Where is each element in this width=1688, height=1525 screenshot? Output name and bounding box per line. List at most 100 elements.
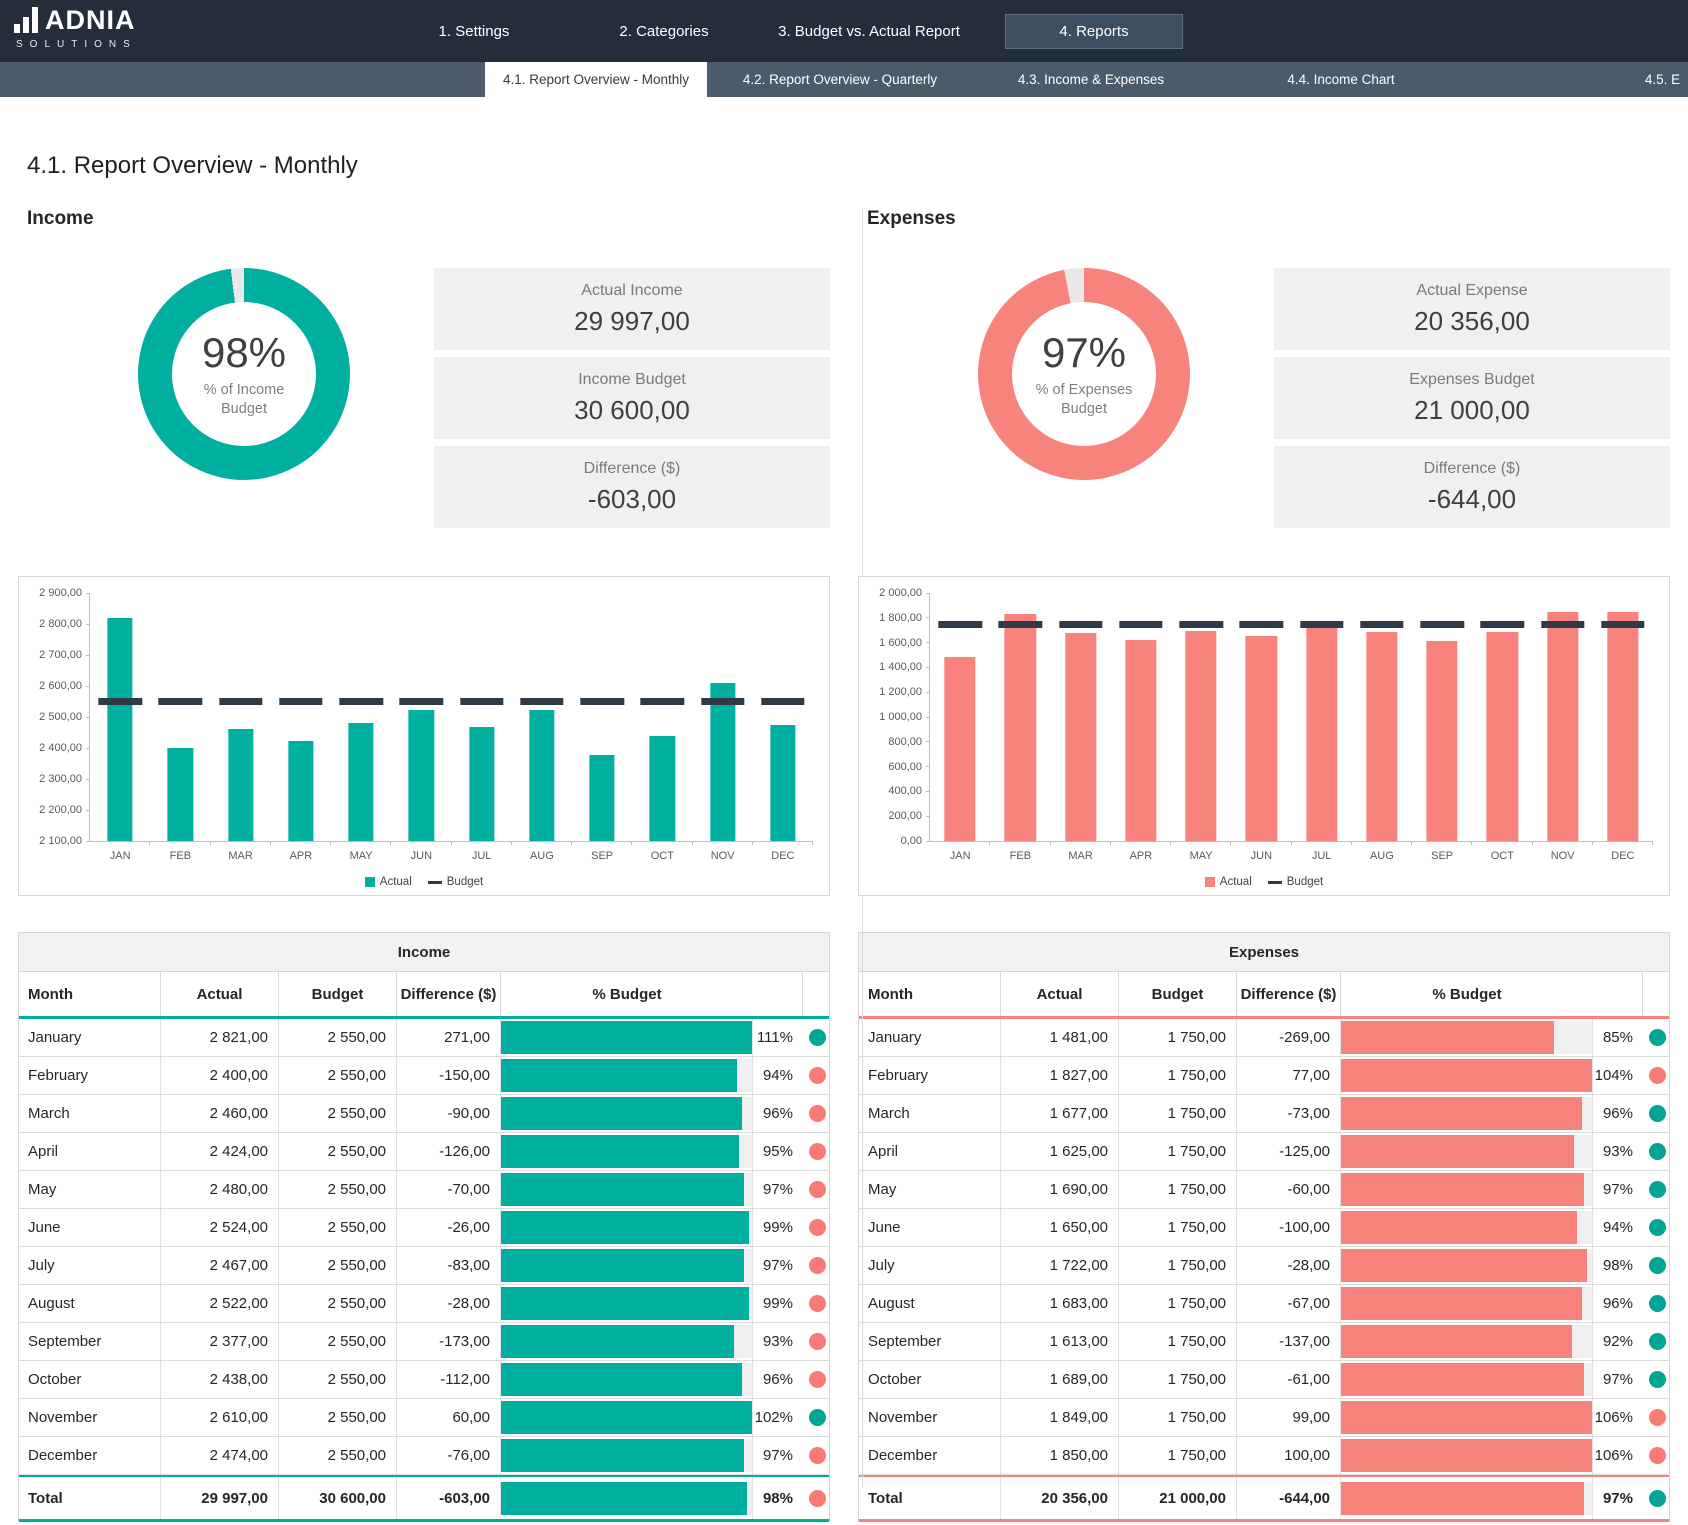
budget-dash — [1420, 621, 1463, 628]
table-header-row: Month Actual Budget Difference ($) % Bud… — [859, 972, 1669, 1019]
pct-budget-bar-cell — [501, 1019, 753, 1056]
nav-item-2[interactable]: 2. Categories — [589, 0, 739, 62]
pct-budget-bar-cell — [1341, 1323, 1593, 1360]
x-axis-tick — [210, 841, 211, 845]
x-axis-category-label: APR — [1111, 850, 1171, 862]
bar-chart-logo-icon — [14, 7, 38, 33]
donut-center: 97% % of Expenses Budget — [1012, 302, 1156, 446]
pct-bar-track — [1341, 1135, 1592, 1168]
chart-slot-mar: MAR — [1051, 593, 1111, 841]
month-cell: December — [859, 1437, 1001, 1474]
pct-bar-fill — [1341, 1439, 1592, 1472]
chart-slot-sep: SEP — [572, 593, 632, 841]
budget-cell: 2 550,00 — [279, 1171, 397, 1208]
status-dot-cell — [803, 1057, 831, 1094]
difference-cell: -90,00 — [397, 1095, 501, 1132]
status-dot-icon — [809, 1105, 826, 1122]
budget-dash — [520, 698, 563, 705]
actual-cell: 2 460,00 — [161, 1095, 279, 1132]
chart-slot-jul: JUL — [1292, 593, 1352, 841]
table-row-august: August1 683,001 750,00-67,0096% — [859, 1285, 1669, 1323]
pct-bar-fill — [1341, 1249, 1587, 1282]
pct-value-cell: 95% — [753, 1133, 803, 1170]
table-row-december: December1 850,001 750,00100,00106% — [859, 1437, 1669, 1475]
difference-cell: -269,00 — [1237, 1019, 1341, 1056]
budget-dash — [1601, 621, 1644, 628]
y-axis-tick-label: 1 000,00 — [879, 711, 922, 723]
actual-cell: 1 689,00 — [1001, 1361, 1119, 1398]
pct-bar-fill — [501, 1059, 737, 1092]
table-title: Expenses — [859, 932, 1669, 972]
subnav-tab-5[interactable]: 4.5. E — [1637, 62, 1688, 97]
pct-bar-fill — [1341, 1211, 1577, 1244]
difference-cell: -28,00 — [397, 1285, 501, 1322]
budget-cell: 2 550,00 — [279, 1057, 397, 1094]
pct-value-cell: 106% — [1593, 1437, 1643, 1474]
budget-cell: 2 550,00 — [279, 1399, 397, 1436]
nav-item-3[interactable]: 3. Budget vs. Actual Report — [769, 0, 969, 62]
pct-budget-bar-cell — [1341, 1019, 1593, 1056]
budget-dash — [1360, 621, 1403, 628]
pct-value-cell: 97% — [753, 1437, 803, 1474]
month-cell: August — [19, 1285, 161, 1322]
status-dot-icon — [809, 1257, 826, 1274]
subnav-tab-1[interactable]: 4.1. Report Overview - Monthly — [485, 62, 707, 97]
subnav-tab-2[interactable]: 4.2. Report Overview - Quarterly — [733, 62, 947, 97]
table-row-october: October2 438,002 550,00-112,0096% — [19, 1361, 829, 1399]
status-dot-cell — [1643, 1323, 1671, 1360]
brand-name: ADNIA — [45, 7, 136, 33]
x-axis-category-label: OCT — [632, 850, 692, 862]
status-dot-icon — [1649, 1257, 1666, 1274]
status-dot-icon — [809, 1181, 826, 1198]
legend-budget-dash-icon — [1268, 881, 1282, 884]
difference-cell: -83,00 — [397, 1247, 501, 1284]
actual-cell: 1 849,00 — [1001, 1399, 1119, 1436]
status-dot-icon — [1649, 1105, 1666, 1122]
status-dot-cell — [1643, 1019, 1671, 1056]
chart-slot-feb: FEB — [150, 593, 210, 841]
status-dot-icon — [809, 1295, 826, 1312]
stat-label: Difference ($) — [584, 460, 681, 478]
pct-bar-track — [501, 1249, 752, 1282]
difference-cell: -60,00 — [1237, 1171, 1341, 1208]
chart-slot-sep: SEP — [1412, 593, 1472, 841]
chart-slot-aug: AUG — [1352, 593, 1412, 841]
status-dot-cell — [803, 1361, 831, 1398]
actual-bar — [1185, 631, 1216, 841]
y-axis-tick-label: 2 800,00 — [39, 618, 82, 630]
nav-item-1[interactable]: 1. Settings — [399, 0, 549, 62]
x-axis-tick — [812, 841, 813, 845]
pct-budget-bar-cell — [501, 1399, 753, 1436]
pct-budget-bar-cell — [1341, 1437, 1593, 1474]
budget-dash — [1481, 621, 1524, 628]
actual-bar — [228, 729, 253, 841]
status-dot-cell — [803, 1019, 831, 1056]
actual-cell: 1 613,00 — [1001, 1323, 1119, 1360]
subnav-tab-3[interactable]: 4.3. Income & Expenses — [1013, 62, 1169, 97]
stat-value: 20 356,00 — [1414, 306, 1530, 337]
budget-cell: 2 550,00 — [279, 1095, 397, 1132]
stat-box-2: Expenses Budget21 000,00 — [1274, 357, 1670, 439]
status-dot-icon — [1649, 1409, 1666, 1426]
x-axis-tick — [1411, 841, 1412, 845]
table-row-april: April2 424,002 550,00-126,0095% — [19, 1133, 829, 1171]
legend-actual-swatch-icon — [1205, 877, 1215, 887]
subnav-tab-4[interactable]: 4.4. Income Chart — [1283, 62, 1399, 97]
y-axis-tick-label: 2 100,00 — [39, 835, 82, 847]
pct-bar-fill — [1341, 1287, 1582, 1320]
chart-slot-jan: JAN — [930, 593, 990, 841]
pct-budget-bar-cell — [501, 1323, 753, 1360]
status-dot-cell — [803, 1133, 831, 1170]
pct-bar-track — [501, 1173, 752, 1206]
x-axis-tick — [1532, 841, 1533, 845]
pct-bar-fill — [1341, 1059, 1592, 1092]
brand-subtitle: SOLUTIONS — [16, 39, 137, 50]
difference-cell: -61,00 — [1237, 1361, 1341, 1398]
nav-item-4[interactable]: 4. Reports — [1005, 14, 1183, 49]
actual-bar — [1426, 641, 1457, 841]
month-cell: October — [19, 1361, 161, 1398]
table-row-august: August2 522,002 550,00-28,0099% — [19, 1285, 829, 1323]
budget-dash — [98, 698, 141, 705]
budget-cell: 1 750,00 — [1119, 1095, 1237, 1132]
status-dot-cell — [803, 1285, 831, 1322]
